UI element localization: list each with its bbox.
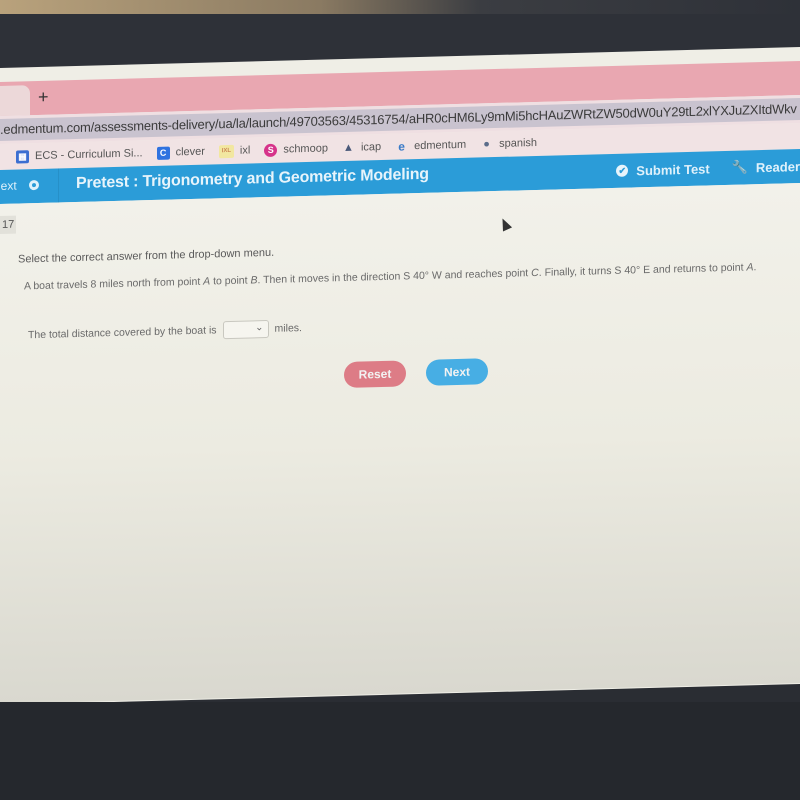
header-next-button[interactable]: Next [0, 178, 39, 193]
question-panel: 17 Select the correct answer from the dr… [0, 183, 800, 704]
bookmark-spanish[interactable]: ● spanish [480, 136, 537, 150]
schmoop-icon: S [264, 143, 278, 157]
browser-tab[interactable]: ✕ [0, 85, 30, 117]
bookmark-label: icap [360, 141, 382, 154]
calendar-icon: ▦ [16, 149, 29, 164]
bookmark-label: ECS - Curriculum Si... [35, 147, 143, 163]
bookmark-label: spanish [499, 136, 538, 150]
header-divider [58, 168, 59, 203]
question-text-part: A boat travels 8 miles north from point [24, 275, 204, 293]
bookmark-icap[interactable]: ▲ icap [342, 141, 381, 155]
reset-button[interactable]: Reset [344, 360, 406, 388]
question-text-part: . [753, 261, 757, 274]
bookmark-label: clever [175, 145, 205, 159]
chat-bubble-icon: ● [483, 138, 490, 151]
question-text-part: . Finally, it turns S 40° E and returns … [538, 261, 747, 279]
answer-dropdown[interactable]: ⌄ [222, 319, 269, 340]
header-actions: ✔ Submit Test 🔧 Reader [616, 158, 800, 179]
point-label: C [531, 266, 539, 280]
bookmark-label: schmoop [283, 142, 328, 156]
page-title: Pretest : Trigonometry and Geometric Mod… [76, 165, 429, 193]
next-circle-icon [28, 179, 39, 191]
bookmark-clever[interactable]: C clever [156, 145, 205, 160]
clever-icon: C [156, 146, 170, 160]
chevron-down-icon: ⌄ [255, 322, 264, 334]
monitor-bezel-bottom [0, 702, 800, 800]
bookmark-ecs[interactable]: ▦ ECS - Curriculum Si... [16, 147, 143, 164]
check-circle-icon: ✔ [616, 164, 629, 177]
header-next-label: Next [0, 178, 17, 194]
next-button[interactable]: Next [426, 358, 488, 386]
wrench-icon: 🔧 [731, 159, 748, 175]
answer-prefix: The total distance covered by the boat i… [28, 324, 217, 342]
ixl-icon: IXL [218, 144, 234, 158]
screen: ✕ + .edmentum.com/assessments-delivery/u… [0, 47, 800, 705]
answer-line: The total distance covered by the boat i… [28, 319, 302, 344]
plus-icon[interactable]: + [38, 87, 49, 108]
answer-suffix: miles. [274, 322, 302, 335]
edmentum-icon: e [398, 139, 405, 154]
submit-test-label: Submit Test [636, 160, 710, 178]
reader-label: Reader [755, 158, 800, 175]
graduation-cap-icon: ▲ [343, 141, 354, 155]
question-instruction: Select the correct answer from the drop-… [18, 246, 275, 266]
bookmark-ixl[interactable]: IXL ixl [218, 144, 251, 158]
question-text-part: . Then it moves in the direction S 40° W… [257, 267, 532, 287]
question-number: 17 [0, 215, 16, 234]
question-text: A boat travels 8 miles north from point … [24, 258, 794, 295]
question-text-part: to point [210, 274, 251, 288]
action-buttons: Reset Next [344, 358, 488, 388]
background-wall [0, 0, 800, 14]
bookmark-schmoop[interactable]: S schmoop [264, 142, 328, 157]
bookmark-label: edmentum [414, 138, 467, 153]
bookmark-edmentum[interactable]: e edmentum [395, 138, 467, 154]
reader-button[interactable]: 🔧 Reader [732, 158, 800, 176]
bookmark-label: ixl [239, 144, 251, 157]
submit-test-button[interactable]: ✔ Submit Test [616, 160, 710, 178]
close-icon[interactable]: ✕ [0, 96, 1, 113]
